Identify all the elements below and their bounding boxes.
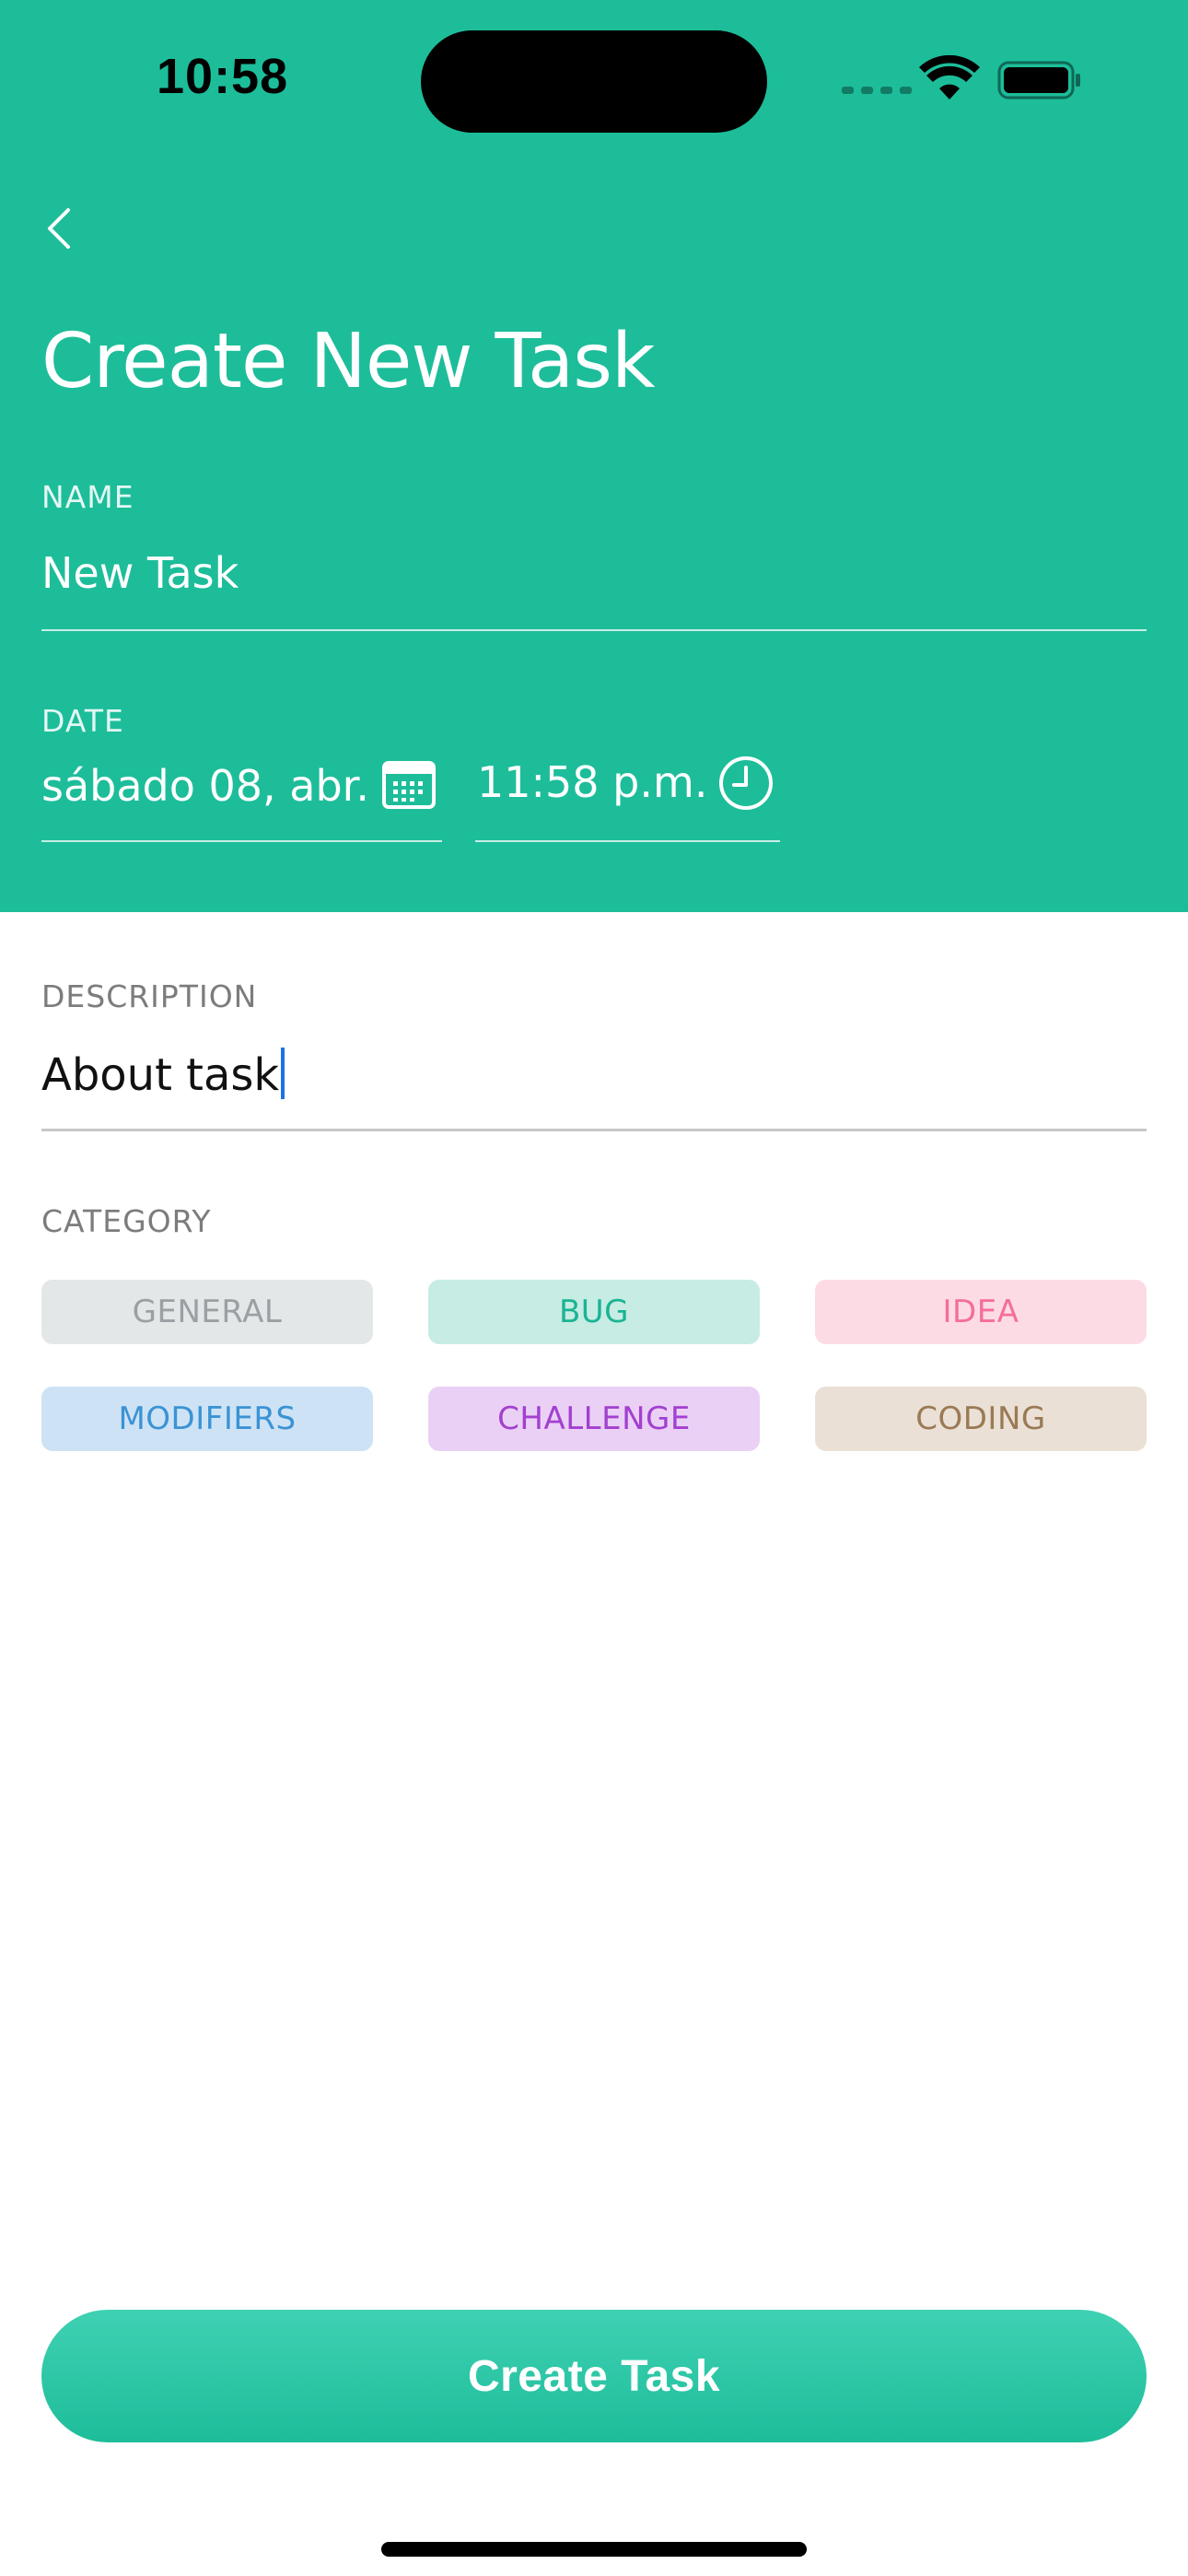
cellular-signal-icon [842,87,912,94]
header: 10:58 Create New Task NAME New Task DATE… [0,0,1188,912]
description-label: DESCRIPTION [41,978,258,1014]
status-time: 10:58 [157,49,289,104]
date-underline [41,840,442,842]
category-label: CATEGORY [41,1203,212,1239]
battery-icon [997,61,1080,100]
dynamic-island [421,30,767,133]
category-chip-coding[interactable]: CODING [815,1387,1147,1451]
name-input[interactable]: New Task [41,548,1147,598]
name-underline [41,629,1147,631]
clock-icon[interactable] [717,755,775,812]
category-chip-modifiers[interactable]: MODIFIERS [41,1387,373,1451]
date-label: DATE [41,703,124,739]
category-chip-bug[interactable]: BUG [428,1280,760,1344]
date-field[interactable]: sábado 08, abr. [41,761,369,811]
text-cursor [281,1048,285,1099]
back-button[interactable] [35,201,81,256]
time-underline [475,840,780,842]
time-field[interactable]: 11:58 p.m. [477,757,707,807]
name-label: NAME [41,479,134,515]
description-text: About task [41,1049,280,1101]
page-title: Create New Task [41,318,655,405]
home-indicator [381,2542,807,2557]
category-chip-challenge[interactable]: CHALLENGE [428,1387,760,1451]
category-chip-idea[interactable]: IDEA [815,1280,1147,1344]
category-chip-general[interactable]: GENERAL [41,1280,373,1344]
description-underline [41,1129,1147,1131]
chevron-left-icon [48,208,70,249]
create-task-button[interactable]: Create Task [41,2310,1147,2442]
calendar-icon[interactable] [380,757,437,811]
wifi-icon [919,55,980,100]
description-input[interactable]: About task [41,1048,285,1101]
